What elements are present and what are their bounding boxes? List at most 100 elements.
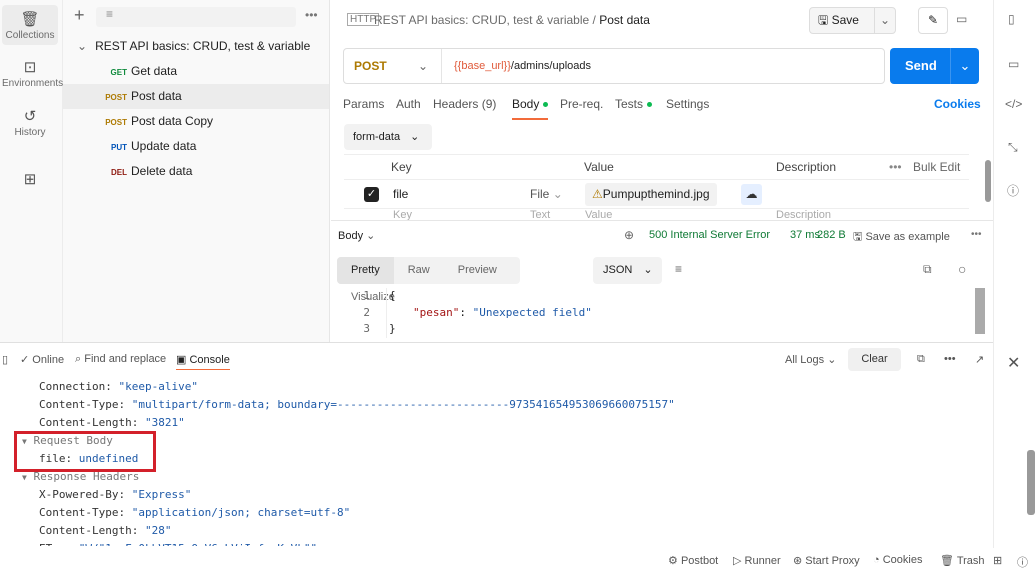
status-code[interactable]: 500 Internal Server Error — [649, 229, 770, 241]
url-input[interactable]: {{base_url}}/admins/uploads — [454, 49, 591, 83]
breadcrumb: REST API basics: CRUD, test & variable /… — [374, 13, 650, 27]
highlight-box — [14, 431, 156, 472]
wrap-icon[interactable]: ≡ — [675, 262, 682, 276]
chevron-down-icon[interactable]: ⌄ — [950, 48, 979, 84]
info-icon[interactable]: ⓘ — [1007, 182, 1019, 199]
caret-down-icon[interactable]: ▼ — [22, 473, 27, 482]
method-badge: POST — [105, 93, 127, 102]
body-type-select[interactable]: form-data ⌄ — [344, 124, 432, 150]
save-example-button[interactable]: 🖫 Save as example — [853, 228, 950, 247]
chevron-down-icon: ⌄ — [827, 354, 837, 366]
more-icon[interactable]: ••• — [305, 8, 318, 22]
request-label: Get data — [131, 64, 178, 78]
comments-icon[interactable]: ▭ — [956, 12, 967, 26]
online-status[interactable]: ✓ Online — [20, 353, 64, 366]
method-select[interactable]: POST ⌄ — [344, 49, 442, 83]
edit-button[interactable]: ✎ — [918, 7, 948, 34]
col-key: Key — [391, 160, 412, 174]
view-tab-pretty[interactable]: Pretty — [337, 257, 394, 284]
comments-icon[interactable]: ▭ — [1008, 57, 1019, 71]
bulk-edit-link[interactable]: Bulk Edit — [913, 155, 960, 179]
response-size[interactable]: 282 B — [817, 229, 846, 241]
sidebar-toggle-icon[interactable]: ▯ — [2, 353, 8, 366]
console-icon: ▣ — [176, 354, 187, 366]
globe-icon[interactable]: ⊕ — [624, 228, 634, 242]
code-icon[interactable]: </> — [1005, 97, 1022, 111]
file-chip[interactable]: ⚠Pumpupthemind.jpg — [585, 183, 717, 206]
request-label: Post data Copy — [131, 114, 214, 128]
sidebar-request-item[interactable]: POST Post data Copy — [63, 109, 329, 134]
save-button[interactable]: 🖫 Save ⌄ — [809, 7, 896, 34]
more-icon[interactable]: ••• — [889, 155, 902, 179]
code-scrollbar[interactable] — [975, 288, 985, 334]
tab-body[interactable]: Body — [512, 97, 549, 120]
breadcrumb-collection[interactable]: REST API basics: CRUD, test & variable — [374, 13, 589, 27]
chevron-down-icon: ⌄ — [77, 39, 88, 53]
expand-icon[interactable]: ↗ — [975, 353, 984, 366]
nav-collections[interactable]: 🗑 Collections — [2, 5, 58, 45]
nav-environments[interactable]: ⊡ Environments — [2, 58, 63, 89]
tab-tests[interactable]: Tests — [615, 97, 653, 111]
check-circle-icon: ✓ — [20, 354, 30, 366]
collections-icon: 🗑 — [20, 11, 40, 28]
breadcrumb-sep: / — [592, 13, 596, 27]
view-tab-preview[interactable]: Preview — [444, 257, 511, 284]
status-dot — [543, 102, 549, 108]
tab-auth[interactable]: Auth — [396, 97, 421, 111]
console-toolbar: ▯ ✓ Online ⌕ Find and replace ▣ Console … — [0, 348, 993, 373]
copy-icon[interactable]: ⧉ — [923, 262, 932, 277]
request-label: Delete data — [131, 164, 193, 178]
sidebar-request-item[interactable]: DEL Delete data — [63, 159, 329, 184]
response-body-select[interactable]: Body ⌄ — [338, 229, 375, 242]
sidebar-request-item[interactable]: GET Get data — [63, 59, 329, 84]
layout-icon[interactable]: ⊞ — [993, 554, 1002, 567]
find-replace-button[interactable]: ⌕ Find and replace — [75, 353, 166, 366]
response-code: 1 2 3 { "pesan": "Unexpected field" } — [331, 288, 986, 338]
chevron-down-icon[interactable]: ⌄ — [874, 8, 890, 33]
filter-input[interactable]: ≡ — [96, 7, 296, 27]
tab-headers[interactable]: Headers (9) — [433, 97, 496, 111]
cookies-link[interactable]: Cookies — [934, 97, 981, 111]
row-checkbox[interactable]: ✓ — [364, 187, 379, 202]
type-select[interactable]: File ⌄ — [530, 180, 563, 209]
add-workspace-button[interactable]: ⊞ — [2, 170, 58, 190]
collection-folder[interactable]: ⌄ REST API basics: CRUD, test & variable — [63, 34, 329, 59]
postbot-button[interactable]: ⚙ Postbot — [668, 554, 718, 567]
key-cell[interactable]: file — [393, 180, 408, 209]
code-body[interactable]: { "pesan": "Unexpected field" } — [386, 288, 976, 338]
response-view-tabs: Pretty Raw PreviewVisualize — [337, 257, 520, 303]
new-button[interactable]: + — [74, 5, 85, 26]
runner-button[interactable]: ▷ Runner — [733, 554, 781, 567]
console-tab[interactable]: ▣ Console — [176, 353, 230, 370]
all-logs-select[interactable]: All Logs ⌄ — [785, 353, 836, 366]
related-icon[interactable]: ⤡ — [1008, 140, 1018, 155]
console-line: Content-Type: "multipart/form-data; boun… — [39, 398, 675, 411]
tab-settings[interactable]: Settings — [666, 97, 709, 111]
response-time[interactable]: 37 ms — [790, 229, 820, 241]
col-description: Description — [776, 160, 837, 174]
sidebar-request-item[interactable]: POST Post data — [63, 84, 329, 109]
table-scrollbar[interactable] — [985, 160, 991, 202]
format-select[interactable]: JSON ⌄ — [593, 257, 662, 284]
search-icon[interactable]: ○ — [958, 261, 966, 277]
send-button[interactable]: Send ⌄ — [890, 48, 979, 84]
cookies-button[interactable]: ◔ Cookies — [873, 554, 922, 566]
tab-prereq[interactable]: Pre-req. — [560, 97, 603, 111]
url-bar: POST ⌄ {{base_url}}/admins/uploads — [343, 48, 885, 84]
console-scrollbar[interactable] — [1027, 450, 1035, 515]
save-icon: 🖫 — [853, 231, 863, 243]
view-tab-raw[interactable]: Raw — [394, 257, 444, 284]
nav-history[interactable]: ↺ History — [2, 107, 58, 138]
start-proxy-button[interactable]: ⊛ Start Proxy — [793, 554, 860, 567]
sidebar-request-item[interactable]: PUT Update data — [63, 134, 329, 159]
copy-icon[interactable]: ⧉ — [917, 353, 925, 366]
clear-button[interactable]: Clear — [848, 348, 901, 371]
page-title: Post data — [599, 13, 650, 27]
document-icon[interactable]: ▯ — [1008, 12, 1015, 26]
trash-button[interactable]: 🗑 Trash — [940, 554, 985, 567]
more-icon[interactable]: ••• — [971, 229, 982, 240]
upload-cloud-icon[interactable]: ☁ — [741, 184, 762, 205]
close-icon[interactable]: ✕ — [1007, 353, 1020, 373]
more-icon[interactable]: ••• — [944, 353, 956, 365]
tab-params[interactable]: Params — [343, 97, 384, 111]
